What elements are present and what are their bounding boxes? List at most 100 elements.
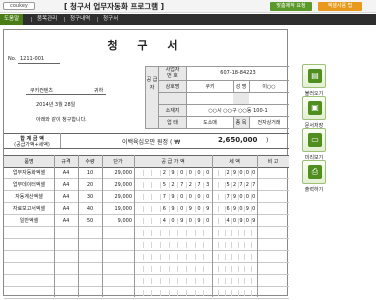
menu-item-management[interactable]: 품목관리 bbox=[37, 14, 57, 25]
supply-digit: 0 bbox=[180, 206, 184, 212]
table-row: 업무데이터엑셀 A4 20 29,000 5 2 7 2 7 3 5 2 7 2 7 bbox=[4, 179, 289, 191]
table-row: 자동계산엑셀 A4 30 29,000 7 9 0 0 0 0 7 9 0 0 0 bbox=[4, 191, 289, 203]
supply-digit: 2 bbox=[162, 170, 166, 176]
address-label: 소재지 bbox=[165, 108, 180, 114]
row-qty[interactable]: 10 bbox=[78, 167, 102, 179]
company-label: 상호명 bbox=[165, 84, 180, 90]
menu-invoice[interactable]: 청구서 bbox=[103, 14, 118, 25]
supply-digit: 2 bbox=[171, 182, 175, 188]
preview-button[interactable]: ▭ bbox=[302, 128, 326, 152]
load-button[interactable]: ▤ bbox=[302, 64, 326, 88]
invoice-no-label: No. bbox=[8, 56, 17, 62]
supply-digit: 7 bbox=[180, 182, 184, 188]
total-amount: 2,650,000 bbox=[218, 136, 258, 144]
custom-request-button[interactable]: 맞춤제작 요청 bbox=[270, 2, 312, 11]
item-table: 업무자동화엑셀 A4 10 29,000 2 9 0 0 0 0 2 9 0 0 0 업무데이터엑셀 A4 20 2… bbox=[4, 167, 289, 299]
row-spec[interactable]: A4 bbox=[54, 215, 78, 227]
supply-digit: 0 bbox=[188, 218, 192, 224]
supplier-label: 공 급 자 bbox=[146, 77, 158, 91]
supply-digit: 2 bbox=[188, 182, 192, 188]
row-qty[interactable]: 30 bbox=[78, 191, 102, 203]
client-name[interactable]: 쿠키컨텐츠 bbox=[30, 87, 53, 94]
supply-digit: 0 bbox=[206, 194, 210, 200]
client-honorific: 귀하 bbox=[94, 88, 104, 94]
row-price[interactable]: 29,000 bbox=[102, 191, 133, 203]
supply-digit: 0 bbox=[171, 218, 175, 224]
invoice-no-value[interactable]: 1211-001 bbox=[20, 56, 44, 62]
col-supply-header: 공 급 가 액 bbox=[161, 159, 185, 165]
row-item-name[interactable]: 업무데이터엑셀 bbox=[4, 179, 54, 191]
supply-digit: 9 bbox=[171, 170, 175, 176]
save-icon: ▣ bbox=[308, 101, 322, 115]
save-button[interactable]: ▣ bbox=[302, 96, 326, 120]
table-row bbox=[4, 275, 289, 287]
company-value[interactable]: 쿠키 bbox=[187, 83, 233, 90]
biz-type-label: 업 태 bbox=[167, 120, 178, 126]
supply-digit: 0 bbox=[197, 206, 201, 212]
name-label: 성 명 bbox=[235, 84, 247, 90]
table-row bbox=[4, 251, 289, 263]
invoice-title: 청 구 서 bbox=[107, 39, 186, 52]
supply-digit: 0 bbox=[188, 170, 192, 176]
row-qty[interactable]: 40 bbox=[78, 203, 102, 215]
supply-digit: 0 bbox=[206, 218, 210, 224]
invoice-date[interactable]: 2014년 3월 28일 bbox=[36, 101, 75, 108]
row-price[interactable]: 29,000 bbox=[102, 167, 133, 179]
supply-digit: 5 bbox=[162, 182, 166, 188]
row-item-name[interactable]: 업무자동화엑셀 bbox=[4, 167, 54, 179]
invoice-sheet: 청 구 서 No. 1211-001 쿠키컨텐츠 귀하 2014년 3월 28일… bbox=[3, 29, 289, 299]
row-price[interactable]: 19,000 bbox=[102, 203, 133, 215]
reg-no-label: 사업자 번 호 bbox=[165, 67, 180, 79]
print-button[interactable]: ⎙ bbox=[302, 160, 326, 184]
name-value[interactable]: 이○○ bbox=[249, 83, 289, 90]
row-item-name[interactable]: 자동계산엑셀 bbox=[4, 191, 54, 203]
supply-digit: 3 bbox=[206, 182, 210, 188]
supply-digit: 9 bbox=[197, 218, 201, 224]
table-row: 자료보고서엑셀 A4 40 19,000 6 9 0 9 0 9 6 9 0 9 0 bbox=[4, 203, 289, 215]
row-spec[interactable]: A4 bbox=[54, 179, 78, 191]
biz-item-value[interactable]: 전자상거래 bbox=[249, 119, 289, 126]
row-qty[interactable]: 20 bbox=[78, 179, 102, 191]
row-spec[interactable]: A4 bbox=[54, 203, 78, 215]
col-item-header: 품명 bbox=[24, 159, 34, 165]
menu-billing-history[interactable]: 청구내역 bbox=[70, 14, 90, 25]
supply-digit: 9 bbox=[206, 206, 210, 212]
table-row: 일반엑셀 A4 50 9,000 4 0 9 0 9 0 4 0 9 0 9 bbox=[4, 215, 289, 227]
supply-digit: 4 bbox=[162, 218, 166, 224]
menu-bar: 도움말 품목관리 청구내역 청구서 bbox=[0, 14, 376, 25]
print-label: 출력하기 bbox=[304, 187, 324, 193]
supply-digit: 6 bbox=[162, 206, 166, 212]
supply-digit: 7 bbox=[162, 194, 166, 200]
row-qty[interactable]: 50 bbox=[78, 215, 102, 227]
app-title: [ 청구서 업무자동화 프로그램 ] bbox=[64, 2, 165, 11]
table-row bbox=[4, 287, 289, 299]
supply-digit: 9 bbox=[180, 218, 184, 224]
row-spec[interactable]: A4 bbox=[54, 191, 78, 203]
supply-digit: 9 bbox=[171, 194, 175, 200]
print-icon: ⎙ bbox=[308, 165, 322, 179]
request-text: 아래와 같이 청구합니다. bbox=[36, 117, 87, 123]
supply-digit: 0 bbox=[197, 194, 201, 200]
row-price[interactable]: 29,000 bbox=[102, 179, 133, 191]
biz-type-value[interactable]: 도소매 bbox=[187, 119, 233, 126]
reg-no-value[interactable]: 607-18-84223 bbox=[187, 70, 289, 76]
folder-open-icon: ▤ bbox=[308, 69, 322, 83]
side-panel: ▤ 불러오기 ▣ 문서저장 ▭ 미리보기 ⎙ 출력하기 bbox=[292, 29, 374, 296]
coukey-logo: coukey bbox=[3, 2, 35, 10]
col-price-header: 단가 bbox=[113, 159, 123, 165]
row-item-name[interactable]: 자료보고서엑셀 bbox=[4, 203, 54, 215]
table-row: 업무자동화엑셀 A4 10 29,000 2 9 0 0 0 0 2 9 0 0 0 bbox=[4, 167, 289, 179]
supply-digit: 0 bbox=[188, 194, 192, 200]
row-spec[interactable]: A4 bbox=[54, 167, 78, 179]
row-item-name[interactable]: 일반엑셀 bbox=[4, 215, 54, 227]
total-korean-text: 이백육십오만 원정 ( ₩ bbox=[122, 139, 181, 146]
row-price[interactable]: 9,000 bbox=[102, 215, 132, 227]
supply-digit: 0 bbox=[180, 194, 184, 200]
supply-digit: 9 bbox=[188, 206, 192, 212]
address-value[interactable]: ○○시 ○○구 ○○동 100-1 bbox=[187, 107, 289, 114]
excel-tips-button[interactable]: 엑셀사용 팁 bbox=[318, 2, 362, 11]
menu-help[interactable]: 도움말 bbox=[0, 14, 24, 25]
preview-icon: ▭ bbox=[308, 133, 322, 147]
table-row bbox=[4, 239, 289, 251]
total-label-sub: (공급가액+세액) bbox=[14, 142, 50, 148]
